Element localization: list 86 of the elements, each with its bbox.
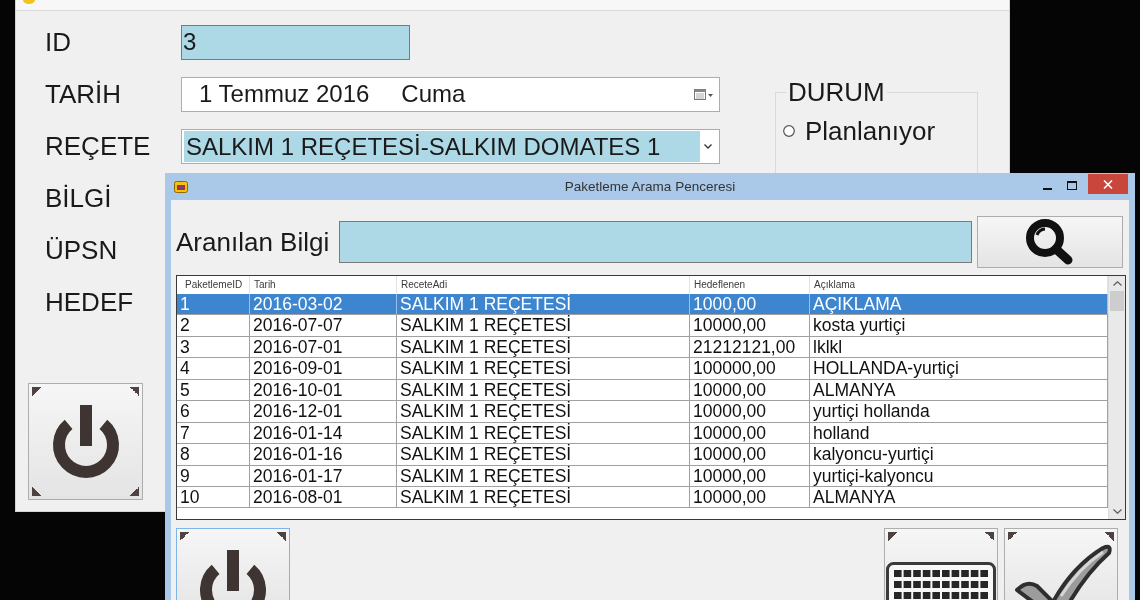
scroll-up-icon[interactable] — [1112, 281, 1122, 286]
table-cell: 10000,00 — [690, 486, 810, 508]
field-label: BİLGİ — [45, 183, 112, 213]
table-cell: SALKIM 1 REÇETESİ — [397, 358, 690, 379]
table-cell: SALKIM 1 REÇETESİ — [397, 465, 690, 486]
close-icon — [1103, 179, 1113, 189]
weekday-text: Cuma — [401, 80, 466, 108]
table-cell: SALKIM 1 REÇETESİ — [397, 486, 690, 508]
table-cell: 10000,00 — [690, 379, 810, 401]
table-cell: 21212121,00 — [690, 336, 810, 358]
power-button[interactable] — [176, 528, 290, 600]
table-cell: SALKIM 1 REÇETESİ — [397, 422, 690, 444]
app-icon — [174, 180, 188, 193]
field-label: TARİH — [45, 79, 122, 109]
date-picker[interactable]: 1 Temmuz 2016 Cuma — [181, 76, 720, 112]
search-field[interactable] — [339, 221, 972, 263]
field-label: ÜPSN — [45, 235, 118, 265]
window-title: Paketleme Arama Penceresi — [564, 179, 736, 194]
keyboard-button[interactable] — [884, 528, 998, 600]
table-cell: 1 — [177, 294, 250, 315]
keyboard-icon — [886, 562, 996, 600]
chevron-down-icon[interactable] — [704, 143, 712, 149]
table-cell: 10000,00 — [690, 422, 810, 444]
table-row[interactable]: 4 2016-09-01 SALKIM 1 REÇETESİ 100000,00 HOLLANDA-yurtiçi — [177, 358, 1108, 380]
table-cell: 2016-12-01 — [250, 401, 397, 422]
table-cell: 2016-01-14 — [250, 422, 397, 444]
table-cell: 10 — [177, 486, 250, 508]
field-label: ID — [45, 27, 71, 57]
table-cell: 2016-09-01 — [250, 358, 397, 379]
date-text: 1 Temmuz 2016 — [199, 80, 370, 108]
table-row[interactable]: 9 2016-01-17 SALKIM 1 REÇETESİ 10000,00 yurtiçi-kalyoncu — [177, 465, 1108, 487]
table-cell: 10000,00 — [690, 444, 810, 465]
table-cell: 10000,00 — [690, 315, 810, 336]
field-label: HEDEF — [45, 287, 134, 317]
table-cell: SALKIM 1 REÇETESİ — [397, 444, 690, 465]
table-cell: SALKIM 1 REÇETESİ — [397, 379, 690, 401]
calendar-icon[interactable] — [694, 88, 714, 100]
search-button[interactable] — [977, 216, 1123, 268]
table-row[interactable]: 5 2016-10-01 SALKIM 1 REÇETESİ 10000,00 ALMANYA — [177, 379, 1108, 402]
radio-option[interactable]: Planlanıyor — [783, 116, 977, 146]
field-label: REÇETE — [45, 131, 151, 161]
search-label: Aranılan Bilgi — [176, 227, 330, 257]
power-icon — [50, 404, 121, 479]
table-row[interactable]: 3 2016-07-01 SALKIM 1 REÇETESİ 21212121,00 lklkl — [177, 336, 1108, 359]
table-cell: 10000,00 — [690, 465, 810, 486]
table-cell: 9 — [177, 465, 250, 486]
table-cell: 100000,00 — [690, 358, 810, 379]
table-row[interactable]: 8 2016-01-16 SALKIM 1 REÇETESİ 10000,00 kalyoncu-yurtiçi — [177, 444, 1108, 466]
table-cell: 2016-08-01 — [250, 486, 397, 508]
table-cell: 3 — [177, 336, 250, 358]
table-cell: 2016-10-01 — [250, 379, 397, 401]
table-cell: 5 — [177, 379, 250, 401]
scroll-down-icon[interactable] — [1112, 509, 1122, 514]
checkmark-button[interactable] — [1004, 528, 1118, 600]
table-cell: 1000,00 — [690, 294, 810, 315]
table-cell: 7 — [177, 422, 250, 444]
maximize-icon[interactable] — [1067, 181, 1077, 190]
table-cell: 4 — [177, 358, 250, 379]
close-button[interactable] — [1088, 174, 1128, 194]
group-title: DURUM — [787, 77, 886, 107]
checkmark-icon — [1013, 544, 1113, 600]
radio-icon[interactable] — [783, 125, 795, 137]
table-cell: SALKIM 1 REÇETESİ — [397, 336, 690, 358]
table-cell: SALKIM 1 REÇETESİ — [397, 315, 690, 336]
table-cell: 2016-01-16 — [250, 444, 397, 465]
id-field[interactable]: 3 — [181, 24, 410, 60]
table-cell: SALKIM 1 REÇETESİ — [397, 294, 690, 315]
power-button[interactable] — [28, 383, 143, 500]
scrollbar[interactable] — [1108, 276, 1125, 519]
table-cell: 2 — [177, 315, 250, 336]
power-icon — [198, 550, 268, 600]
table-cell: 2016-07-01 — [250, 336, 397, 358]
table-row[interactable]: 10 2016-08-01 SALKIM 1 REÇETESİ 10000,00 ALMANYA — [177, 486, 1108, 509]
table-cell: 10000,00 — [690, 401, 810, 422]
table-cell: SALKIM 1 REÇETESİ — [397, 401, 690, 422]
table-row[interactable]: 7 2016-01-14 SALKIM 1 REÇETESİ 10000,00 holland — [177, 422, 1108, 445]
table-row[interactable]: 6 2016-12-01 SALKIM 1 REÇETESİ 10000,00 yurtiçi hollanda — [177, 401, 1108, 423]
table-cell: 2016-03-02 — [250, 294, 397, 315]
table-cell: 2016-01-17 — [250, 465, 397, 486]
table-cell: 2016-07-07 — [250, 315, 397, 336]
scrollbar-thumb[interactable] — [1110, 291, 1124, 311]
table-cell: 8 — [177, 444, 250, 465]
app-icon — [23, 0, 35, 4]
table-cell: 6 — [177, 401, 250, 422]
table-row[interactable]: 2 2016-07-07 SALKIM 1 REÇETESİ 10000,00 kosta yurtiçi — [177, 315, 1108, 337]
table-row[interactable]: 1 2016-03-02 SALKIM 1 REÇETESİ 1000,00 AÇIKLAMA — [177, 294, 1108, 316]
